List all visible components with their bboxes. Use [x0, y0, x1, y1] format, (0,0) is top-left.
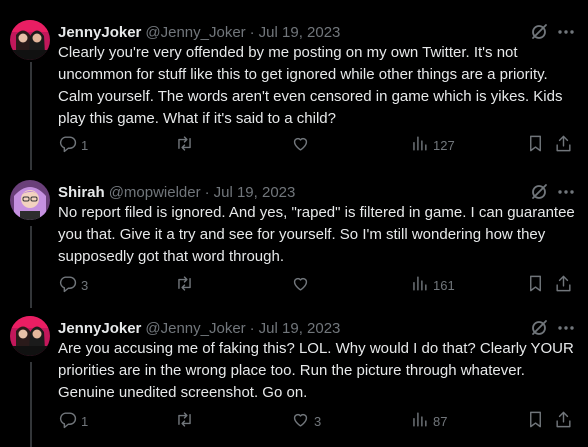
tweet-date[interactable]: Jul 19, 2023	[214, 184, 296, 201]
reply-button[interactable]: 1	[58, 410, 88, 432]
reply-icon	[58, 410, 77, 432]
display-name[interactable]: Shirah	[58, 184, 105, 201]
share-button[interactable]	[554, 274, 573, 296]
grok-icon[interactable]	[530, 183, 548, 201]
views-icon	[410, 134, 429, 156]
separator: ·	[249, 23, 255, 41]
tweet-header: JennyJoker @Jenny_Joker · Jul 19, 2023	[58, 318, 340, 338]
share-icon	[554, 274, 573, 296]
tweet-actions: 3 161	[58, 274, 578, 298]
reply-icon	[58, 274, 77, 296]
retweet-button[interactable]	[175, 410, 198, 432]
like-button[interactable]: 3	[291, 410, 321, 432]
user-handle[interactable]: @Jenny_Joker	[145, 320, 245, 337]
views-button[interactable]: 127	[410, 134, 455, 156]
conversation-thread: JennyJoker @Jenny_Joker · Jul 19, 2023 C…	[0, 0, 588, 447]
retweet-icon	[175, 274, 194, 296]
bookmark-button[interactable]	[526, 410, 545, 432]
reply-icon	[58, 134, 77, 156]
bookmark-button[interactable]	[526, 134, 545, 156]
tweet-date[interactable]: Jul 19, 2023	[259, 24, 341, 41]
share-icon	[554, 410, 573, 432]
separator: ·	[249, 319, 255, 337]
retweet-button[interactable]	[175, 274, 198, 296]
bookmark-button[interactable]	[526, 274, 545, 296]
views-icon	[410, 274, 429, 296]
view-count: 87	[433, 413, 448, 429]
tweet[interactable]: JennyJoker @Jenny_Joker · Jul 19, 2023 A…	[0, 316, 588, 447]
reply-button[interactable]: 3	[58, 274, 88, 296]
display-name[interactable]: JennyJoker	[58, 320, 141, 337]
avatar[interactable]	[10, 316, 50, 356]
more-icon[interactable]	[556, 23, 576, 41]
avatar[interactable]	[10, 20, 50, 60]
tweet-text: No report filed is ignored. And yes, "ra…	[58, 204, 575, 265]
like-button[interactable]	[291, 274, 314, 296]
more-icon[interactable]	[556, 183, 576, 201]
avatar[interactable]	[10, 180, 50, 220]
display-name[interactable]: JennyJoker	[58, 24, 141, 41]
tweet-actions: 1 3 87	[58, 410, 578, 434]
grok-icon[interactable]	[530, 23, 548, 41]
share-icon	[554, 134, 573, 156]
retweet-button[interactable]	[175, 134, 198, 156]
bookmark-icon	[526, 274, 545, 296]
views-button[interactable]: 161	[410, 274, 455, 296]
tweet-text: Clearly you're very offended by me posti…	[58, 44, 563, 127]
heart-icon	[291, 410, 310, 432]
tweet[interactable]: Shirah @mopwielder · Jul 19, 2023 No rep…	[0, 180, 588, 306]
reply-count: 3	[81, 277, 89, 293]
view-count: 161	[433, 277, 455, 293]
like-count: 3	[314, 413, 322, 429]
view-count: 127	[433, 137, 455, 153]
reply-count: 1	[81, 137, 89, 153]
grok-icon[interactable]	[530, 319, 548, 337]
tweet-header: JennyJoker @Jenny_Joker · Jul 19, 2023	[58, 22, 340, 42]
user-handle[interactable]: @mopwielder	[109, 184, 201, 201]
tweet-text: Are you accusing me of faking this? LOL.…	[58, 340, 574, 401]
bookmark-icon	[526, 410, 545, 432]
heart-icon	[291, 134, 310, 156]
share-button[interactable]	[554, 134, 573, 156]
tweet-header: Shirah @mopwielder · Jul 19, 2023	[58, 182, 295, 202]
separator: ·	[204, 183, 210, 201]
heart-icon	[291, 274, 310, 296]
more-icon[interactable]	[556, 319, 576, 337]
share-button[interactable]	[554, 410, 573, 432]
tweet[interactable]: JennyJoker @Jenny_Joker · Jul 19, 2023 C…	[0, 20, 588, 170]
views-icon	[410, 410, 429, 432]
reply-button[interactable]: 1	[58, 134, 88, 156]
tweet-date[interactable]: Jul 19, 2023	[259, 320, 341, 337]
retweet-icon	[175, 134, 194, 156]
user-handle[interactable]: @Jenny_Joker	[145, 24, 245, 41]
tweet-actions: 1 127	[58, 134, 578, 158]
bookmark-icon	[526, 134, 545, 156]
reply-count: 1	[81, 413, 89, 429]
like-button[interactable]	[291, 134, 314, 156]
retweet-icon	[175, 410, 194, 432]
views-button[interactable]: 87	[410, 410, 447, 432]
